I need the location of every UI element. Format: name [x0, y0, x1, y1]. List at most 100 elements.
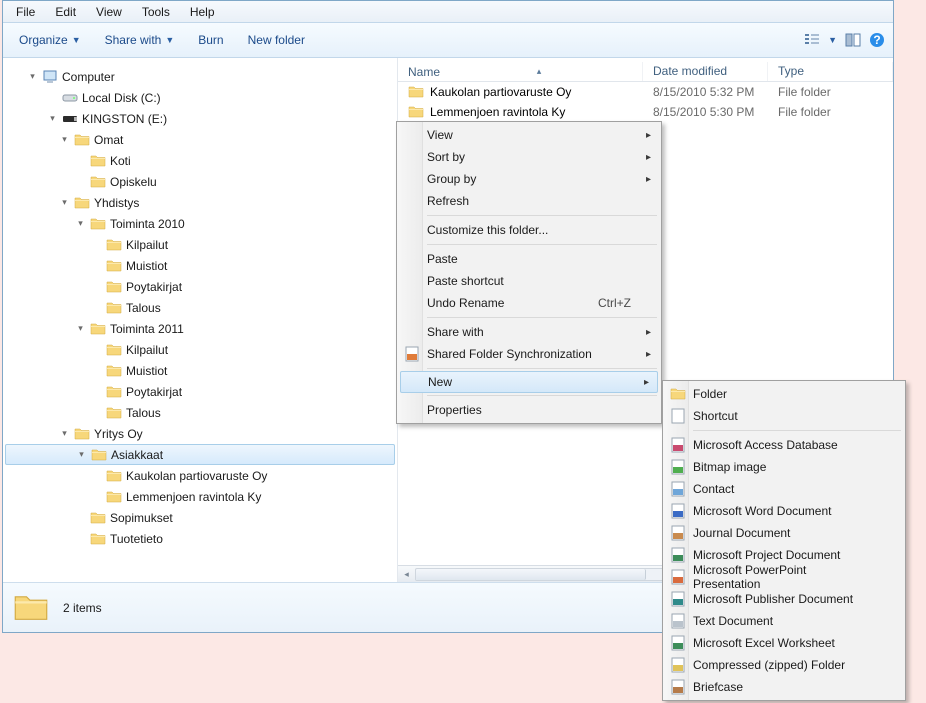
tree-node[interactable]: ▾Toiminta 2011: [5, 318, 395, 339]
menu-item[interactable]: Folder: [665, 383, 903, 405]
expander-icon[interactable]: ▾: [75, 323, 86, 334]
menu-item[interactable]: Briefcase: [665, 676, 903, 698]
list-item[interactable]: Kaukolan partiovaruste Oy8/15/2010 5:32 …: [398, 82, 893, 102]
help-button[interactable]: [869, 32, 885, 48]
expander-icon[interactable]: [75, 512, 86, 523]
tree-node[interactable]: Local Disk (C:): [5, 87, 395, 108]
menu-item[interactable]: View: [399, 124, 659, 146]
expander-icon[interactable]: ▾: [59, 134, 70, 145]
menu-item[interactable]: Paste: [399, 248, 659, 270]
scroll-thumb[interactable]: [416, 569, 646, 580]
column-type[interactable]: Type: [768, 62, 893, 81]
expander-icon[interactable]: [91, 344, 102, 355]
menu-item[interactable]: Undo RenameCtrl+Z: [399, 292, 659, 314]
menu-edit[interactable]: Edit: [46, 3, 85, 21]
tree-node[interactable]: Poytakirjat: [5, 381, 395, 402]
preview-pane-button[interactable]: [845, 32, 861, 48]
tree-node[interactable]: ▾Toiminta 2010: [5, 213, 395, 234]
context-menu[interactable]: ViewSort byGroup byRefresh Customize this…: [396, 121, 662, 424]
menu-item[interactable]: Share with: [399, 321, 659, 343]
expander-icon[interactable]: ▾: [47, 113, 58, 124]
tree-node[interactable]: Tuotetieto: [5, 528, 395, 549]
menu-item[interactable]: Paste shortcut: [399, 270, 659, 292]
expander-icon[interactable]: [47, 92, 58, 103]
menu-item[interactable]: Microsoft Access Database: [665, 434, 903, 456]
menu-item[interactable]: Journal Document: [665, 522, 903, 544]
menu-item[interactable]: Compressed (zipped) Folder: [665, 654, 903, 676]
expander-icon[interactable]: [91, 386, 102, 397]
tree-node[interactable]: ▾Omat: [5, 129, 395, 150]
tree-node[interactable]: Muistiot: [5, 255, 395, 276]
menu-item[interactable]: Shared Folder Synchronization: [399, 343, 659, 365]
tree-node[interactable]: Lemmenjoen ravintola Ky: [5, 486, 395, 507]
expander-icon[interactable]: [91, 491, 102, 502]
tree-node[interactable]: Kilpailut: [5, 339, 395, 360]
column-name[interactable]: Name▴: [398, 62, 643, 81]
view-options-button[interactable]: [804, 32, 820, 48]
tree-node[interactable]: Kaukolan partiovaruste Oy: [5, 465, 395, 486]
menu-item[interactable]: Microsoft Publisher Document: [665, 588, 903, 610]
tree-node[interactable]: ▾Asiakkaat: [5, 444, 395, 465]
menu-item[interactable]: Bitmap image: [665, 456, 903, 478]
tree-node[interactable]: Muistiot: [5, 360, 395, 381]
menu-tools[interactable]: Tools: [133, 3, 179, 21]
separator: [427, 368, 657, 369]
tree-node[interactable]: Opiskelu: [5, 171, 395, 192]
share-with-button[interactable]: Share with▼: [97, 29, 183, 51]
expander-icon[interactable]: [91, 407, 102, 418]
new-folder-button[interactable]: New folder: [240, 29, 313, 51]
menu-item[interactable]: Properties: [399, 399, 659, 421]
tree-node[interactable]: Koti: [5, 150, 395, 171]
menu-item[interactable]: Text Document: [665, 610, 903, 632]
tree-node[interactable]: Sopimukset: [5, 507, 395, 528]
menu-item[interactable]: Sort by: [399, 146, 659, 168]
expander-icon[interactable]: ▾: [76, 449, 87, 460]
menu-item[interactable]: Customize this folder...: [399, 219, 659, 241]
menu-file[interactable]: File: [7, 3, 44, 21]
expander-icon[interactable]: [91, 281, 102, 292]
menu-item[interactable]: Shortcut: [665, 405, 903, 427]
tree-node[interactable]: Talous: [5, 402, 395, 423]
navigation-tree[interactable]: ▾ComputerLocal Disk (C:)▾KINGSTON (E:)▾O…: [3, 58, 398, 582]
expander-icon[interactable]: [75, 176, 86, 187]
list-item[interactable]: Lemmenjoen ravintola Ky8/15/2010 5:30 PM…: [398, 102, 893, 122]
column-date[interactable]: Date modified: [643, 62, 768, 81]
menu-item[interactable]: Group by: [399, 168, 659, 190]
menu-item[interactable]: Microsoft Excel Worksheet: [665, 632, 903, 654]
expander-icon[interactable]: [91, 302, 102, 313]
expander-icon[interactable]: [91, 470, 102, 481]
dropdown-arrow-icon[interactable]: ▼: [828, 35, 837, 45]
menu-label: Properties: [427, 403, 482, 417]
tree-node[interactable]: Talous: [5, 297, 395, 318]
expander-icon[interactable]: [91, 365, 102, 376]
menu-item[interactable]: Microsoft Word Document: [665, 500, 903, 522]
organize-button[interactable]: Organize▼: [11, 29, 89, 51]
new-submenu[interactable]: FolderShortcutMicrosoft Access DatabaseB…: [662, 380, 906, 701]
scroll-left-button[interactable]: ◂: [398, 566, 415, 583]
expander-icon[interactable]: [91, 239, 102, 250]
expander-icon[interactable]: [91, 260, 102, 271]
menu-item[interactable]: Contact: [665, 478, 903, 500]
menu-help[interactable]: Help: [181, 3, 224, 21]
tree-label: Muistiot: [126, 259, 167, 273]
tree-node[interactable]: ▾Yritys Oy: [5, 423, 395, 444]
menu-label: Undo Rename: [427, 296, 504, 310]
expander-icon[interactable]: [75, 533, 86, 544]
menu-view[interactable]: View: [87, 3, 131, 21]
tree-node[interactable]: ▾Yhdistys: [5, 192, 395, 213]
expander-icon[interactable]: ▾: [75, 218, 86, 229]
expander-icon[interactable]: ▾: [27, 71, 38, 82]
expander-icon[interactable]: ▾: [59, 197, 70, 208]
tree-label: Talous: [126, 406, 161, 420]
tree-node[interactable]: ▾Computer: [5, 66, 395, 87]
burn-button[interactable]: Burn: [190, 29, 231, 51]
tree-node[interactable]: Poytakirjat: [5, 276, 395, 297]
tree-node[interactable]: ▾KINGSTON (E:): [5, 108, 395, 129]
menu-item[interactable]: Microsoft PowerPoint Presentation: [665, 566, 903, 588]
expander-icon[interactable]: [75, 155, 86, 166]
expander-icon[interactable]: ▾: [59, 428, 70, 439]
tree-node[interactable]: Kilpailut: [5, 234, 395, 255]
menu-item[interactable]: New: [400, 371, 658, 393]
zip-icon: [670, 657, 686, 673]
menu-item[interactable]: Refresh: [399, 190, 659, 212]
